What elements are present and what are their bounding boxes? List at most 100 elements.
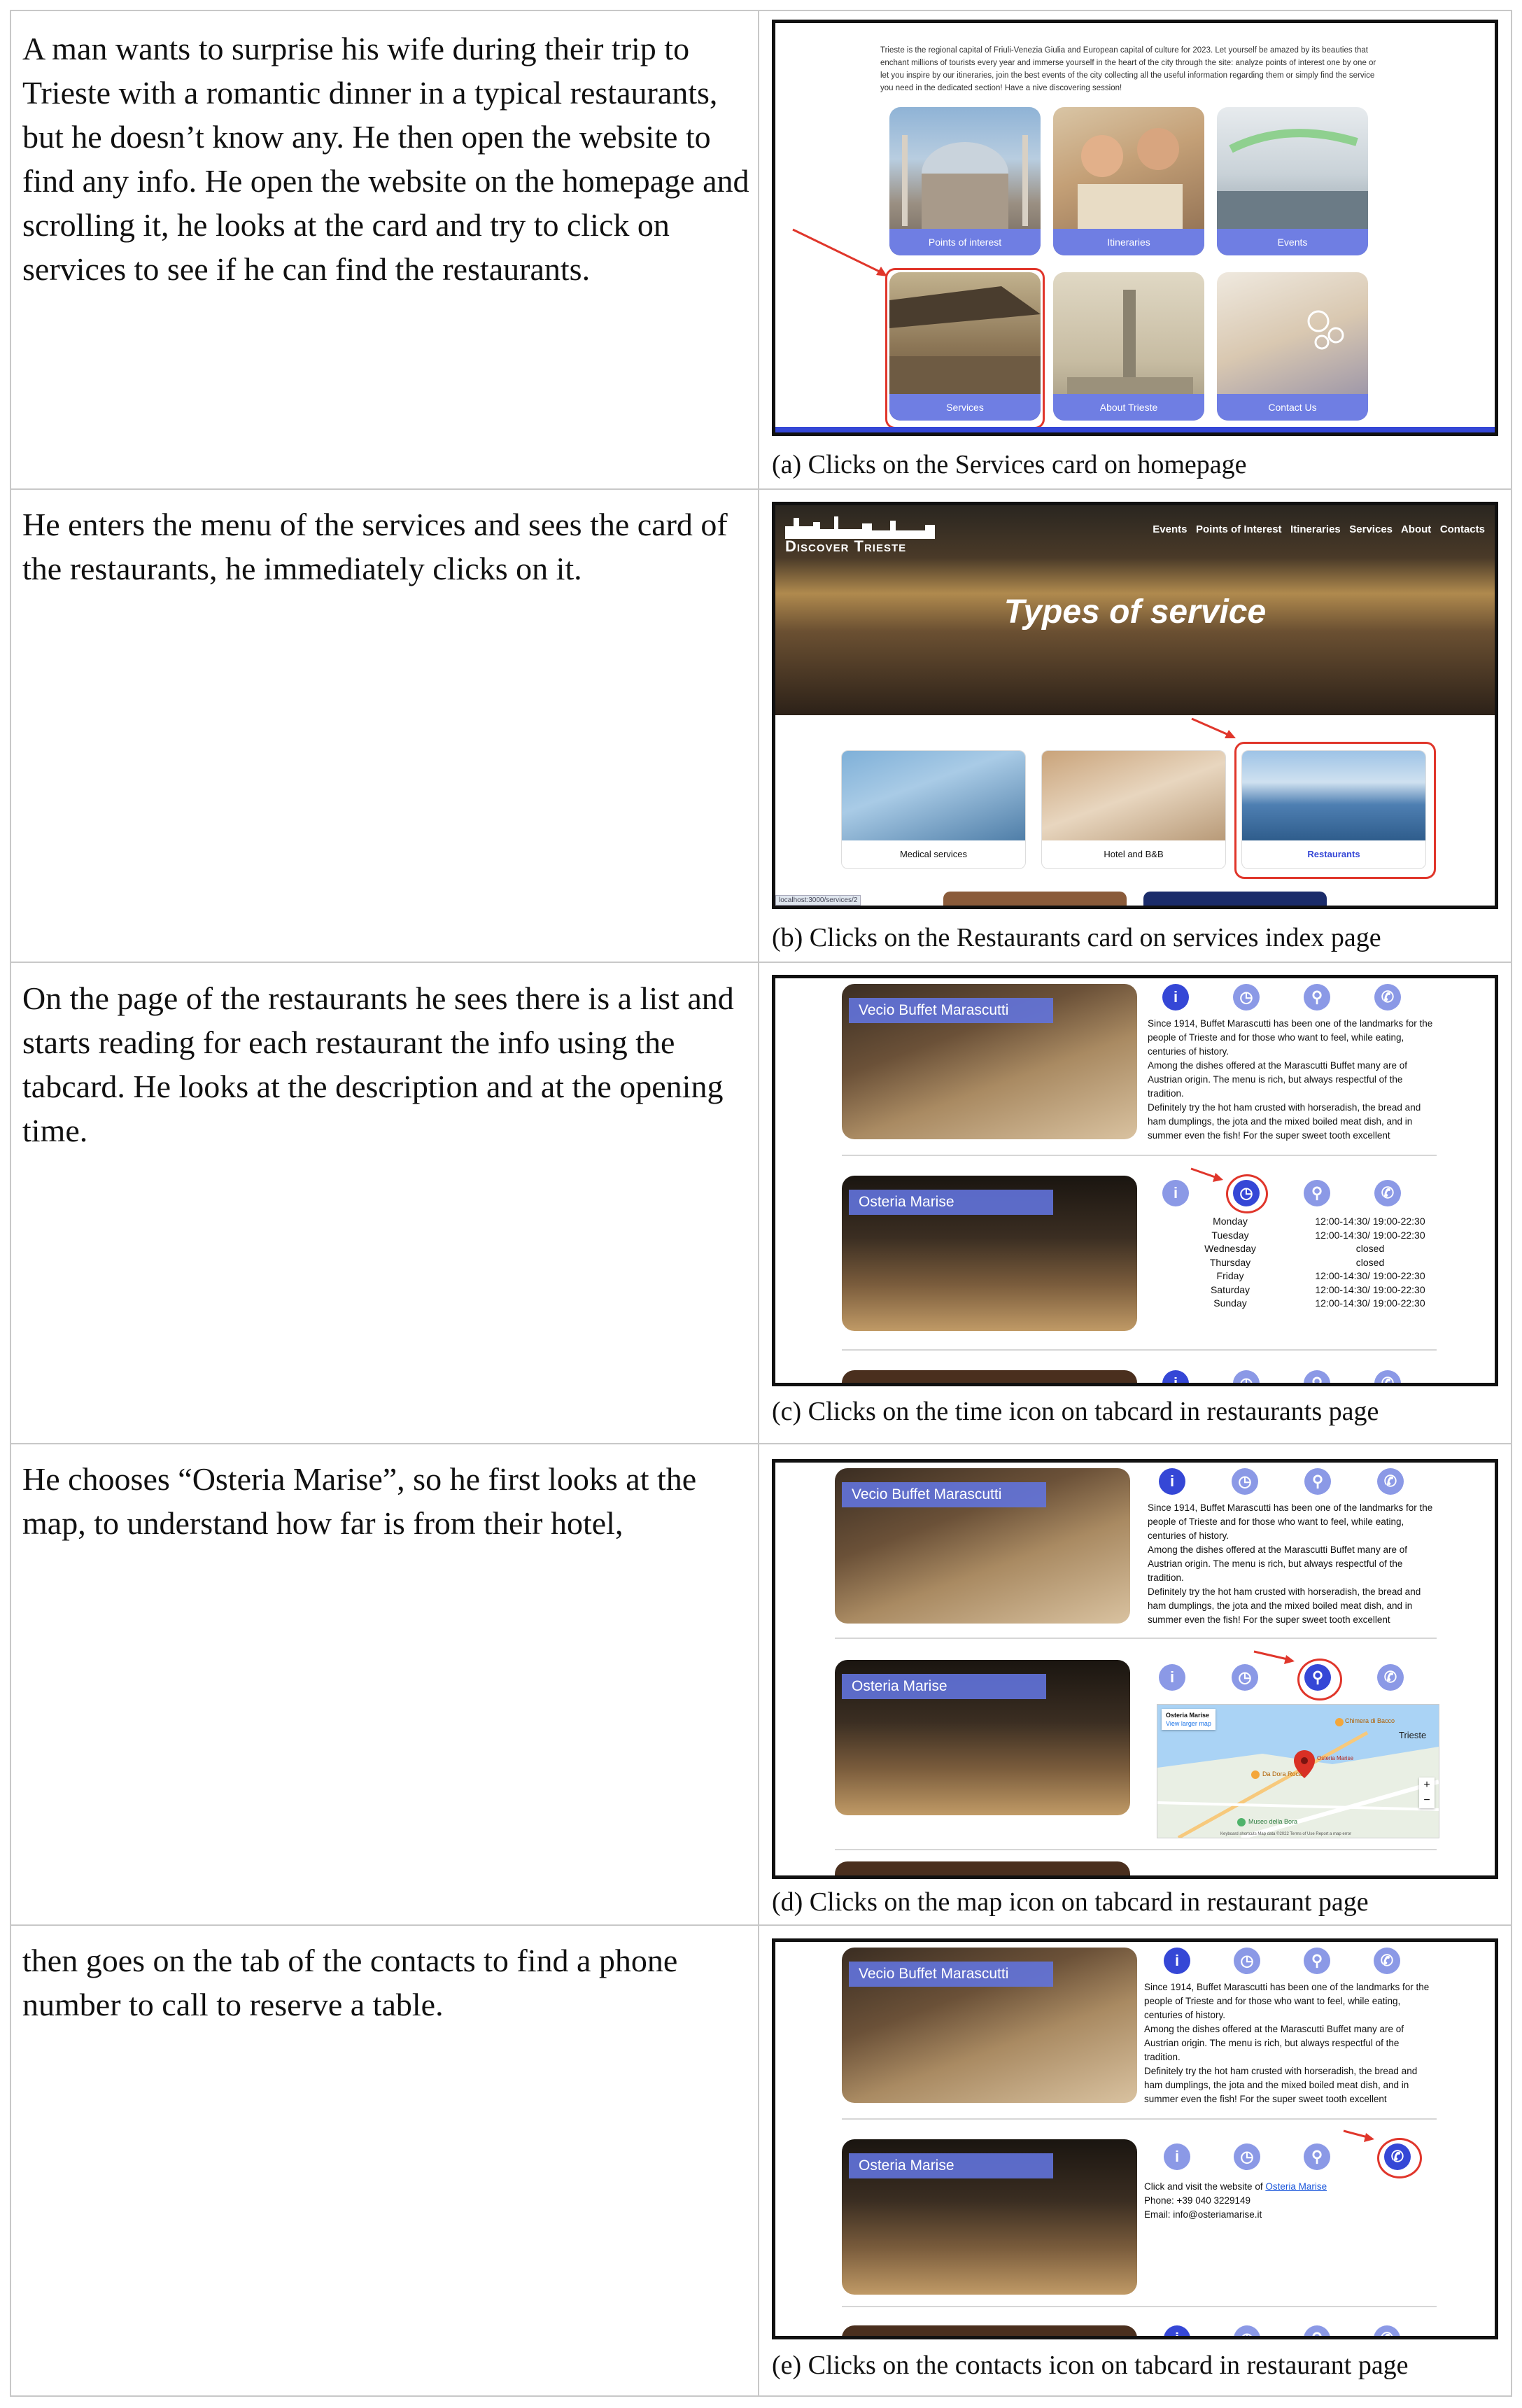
table-border-left xyxy=(10,10,11,2397)
table-border-right xyxy=(1511,10,1512,2397)
website-line: Click and visit the website of Osteria M… xyxy=(1144,2180,1438,2194)
description-line: centuries of history. xyxy=(1148,1046,1229,1057)
view-larger-map-link[interactable]: View larger map xyxy=(1166,1719,1211,1728)
description-line: centuries of history. xyxy=(1148,1530,1229,1541)
table-row-divider xyxy=(10,1443,1512,1444)
hotel-image xyxy=(1042,751,1225,840)
card-events[interactable]: Events xyxy=(1217,107,1368,255)
info-icon[interactable]: i xyxy=(1162,1370,1189,1383)
map-pin-icon[interactable]: ⚲ xyxy=(1304,1468,1331,1495)
description-line: Definitely try the hot ham crusted with … xyxy=(1148,1102,1421,1113)
clock-icon[interactable]: ◷ xyxy=(1234,2325,1260,2336)
description-line: ham dumplings, the jota and the mixed bo… xyxy=(1148,1600,1413,1611)
nav-points-of-interest[interactable]: Points of Interest xyxy=(1196,523,1282,535)
description-line: tradition. xyxy=(1144,2052,1181,2062)
restaurant-description: Since 1914, Buffet Marascutti has been o… xyxy=(1148,1501,1442,1627)
table-row-divider xyxy=(10,1924,1512,1926)
restaurant-image-2: Osteria Marise xyxy=(842,1176,1137,1331)
story-text-e: then goes on the tab of the contacts to … xyxy=(22,1943,678,2022)
site-logo[interactable]: Discover Trieste xyxy=(785,537,906,556)
info-icon[interactable]: i xyxy=(1159,1468,1185,1495)
card-points-of-interest[interactable]: Points of interest xyxy=(889,107,1041,255)
nav-about[interactable]: About xyxy=(1401,523,1431,535)
map-pin-icon[interactable]: ⚲ xyxy=(1304,2143,1330,2170)
phone-icon[interactable]: ✆ xyxy=(1374,2325,1400,2336)
map-pin-icon[interactable]: ⚲ xyxy=(1304,1180,1330,1206)
description-line: Among the dishes offered at the Marascut… xyxy=(1148,1544,1407,1555)
info-icon[interactable]: i xyxy=(1164,2143,1190,2170)
clock-icon[interactable]: ◷ xyxy=(1233,984,1260,1011)
card-label: Contact Us xyxy=(1217,394,1368,421)
phone-icon[interactable]: ✆ xyxy=(1374,1948,1400,1974)
description-line: Since 1914, Buffet Marascutti has been o… xyxy=(1148,1018,1433,1029)
website-prefix: Click and visit the website of xyxy=(1144,2181,1266,2192)
description-line: Since 1914, Buffet Marascutti has been o… xyxy=(1148,1502,1433,1513)
clock-icon[interactable]: ◷ xyxy=(1232,1468,1258,1495)
card-about-trieste[interactable]: About Trieste xyxy=(1053,272,1204,421)
highlight-clock-icon xyxy=(1226,1174,1268,1213)
map-pin-icon[interactable]: ⚲ xyxy=(1304,1948,1330,1974)
info-icon[interactable]: i xyxy=(1164,2325,1190,2336)
info-icon[interactable]: i xyxy=(1164,1948,1190,1974)
clock-icon[interactable]: ◷ xyxy=(1233,1370,1260,1383)
service-card-label: Hotel and B&B xyxy=(1104,849,1164,859)
embedded-map[interactable]: Osteria Marise View larger map Trieste O… xyxy=(1157,1704,1439,1838)
phone-icon[interactable]: ✆ xyxy=(1374,984,1401,1011)
arrow-annotation xyxy=(1190,1167,1223,1182)
description-line: Definitely try the hot ham crusted with … xyxy=(1144,2066,1418,2076)
info-icon[interactable]: i xyxy=(1162,984,1189,1011)
map-pin-icon[interactable]: ⚲ xyxy=(1304,984,1330,1011)
website-link[interactable]: Osteria Marise xyxy=(1265,2181,1327,2192)
description-line: summer even the fish! For the super swee… xyxy=(1144,2094,1387,2104)
map-footer: Keyboard shortcuts Map data ©2022 Terms … xyxy=(1220,1832,1352,1836)
service-card-medical[interactable]: Medical services xyxy=(841,750,1026,869)
next-restaurant-peek xyxy=(842,2325,1137,2336)
info-icon[interactable]: i xyxy=(1162,1180,1189,1206)
info-icon[interactable]: i xyxy=(1159,1664,1185,1691)
description-line: Austrian origin. The menu is rich, but a… xyxy=(1148,1074,1403,1085)
phone-icon[interactable]: ✆ xyxy=(1374,1180,1401,1206)
next-restaurant-peek xyxy=(842,1370,1137,1383)
restaurant-description: Since 1914, Buffet Marascutti has been o… xyxy=(1148,1017,1442,1143)
table-border-top xyxy=(10,10,1512,11)
phone-icon[interactable]: ✆ xyxy=(1374,1370,1401,1383)
card-contact-us[interactable]: Contact Us xyxy=(1217,272,1368,421)
zoom-controls[interactable]: + − xyxy=(1419,1777,1435,1808)
restaurant-name: Vecio Buffet Marascutti xyxy=(849,998,1053,1023)
phone-number: Phone: +39 040 3229149 xyxy=(1144,2195,1251,2206)
screenshot-restaurants-map: Vecio Buffet Marascutti i ◷ ⚲ ✆ Since 19… xyxy=(772,1459,1498,1879)
map-label-city: Trieste xyxy=(1399,1730,1427,1740)
service-card-hotel[interactable]: Hotel and B&B xyxy=(1041,750,1226,869)
card-label: About Trieste xyxy=(1053,394,1204,421)
hours-day: Thursday xyxy=(1209,1256,1251,1268)
map-place-card: Osteria Marise View larger map xyxy=(1162,1709,1216,1730)
highlight-phone-icon xyxy=(1377,2138,1422,2178)
description-line: tradition. xyxy=(1148,1572,1184,1583)
clock-icon[interactable]: ◷ xyxy=(1234,1948,1260,1974)
nav-events[interactable]: Events xyxy=(1153,523,1187,535)
restaurant-description: Since 1914, Buffet Marascutti has been o… xyxy=(1144,1980,1438,2106)
nav-itineraries[interactable]: Itineraries xyxy=(1290,523,1341,535)
nav-contacts[interactable]: Contacts xyxy=(1440,523,1485,535)
restaurant-image-1: Vecio Buffet Marascutti xyxy=(842,984,1137,1139)
restaurant-image-2: Osteria Marise xyxy=(835,1660,1130,1815)
map-label-poi: Chimera di Bacco xyxy=(1345,1717,1395,1724)
hours-day: Saturday xyxy=(1210,1283,1250,1295)
nav-services[interactable]: Services xyxy=(1349,523,1393,535)
phone-icon[interactable]: ✆ xyxy=(1377,1468,1404,1495)
highlight-services-card xyxy=(885,268,1045,429)
map-pin-icon[interactable]: ⚲ xyxy=(1304,2325,1330,2336)
phone-icon[interactable]: ✆ xyxy=(1377,1664,1404,1691)
description-line: tradition. xyxy=(1148,1088,1184,1099)
caption-b: (b) Clicks on the Restaurants card on se… xyxy=(772,923,1381,952)
clock-icon[interactable]: ◷ xyxy=(1234,2143,1260,2170)
opening-hours-times: 12:00-14:30/ 19:00-22:30 12:00-14:30/ 19… xyxy=(1293,1215,1447,1311)
description-line: people of Trieste and for those who want… xyxy=(1148,1516,1404,1527)
description-line: summer even the fish! For the super swee… xyxy=(1148,1130,1390,1141)
card-itineraries[interactable]: Itineraries xyxy=(1053,107,1204,255)
description-line: Since 1914, Buffet Marascutti has been o… xyxy=(1144,1982,1430,1992)
restaurant-name: Osteria Marise xyxy=(849,2153,1053,2178)
map-label-pin: Osteria Marise xyxy=(1317,1755,1354,1761)
map-pin-icon[interactable]: ⚲ xyxy=(1304,1370,1330,1383)
table-row-divider xyxy=(10,962,1512,963)
